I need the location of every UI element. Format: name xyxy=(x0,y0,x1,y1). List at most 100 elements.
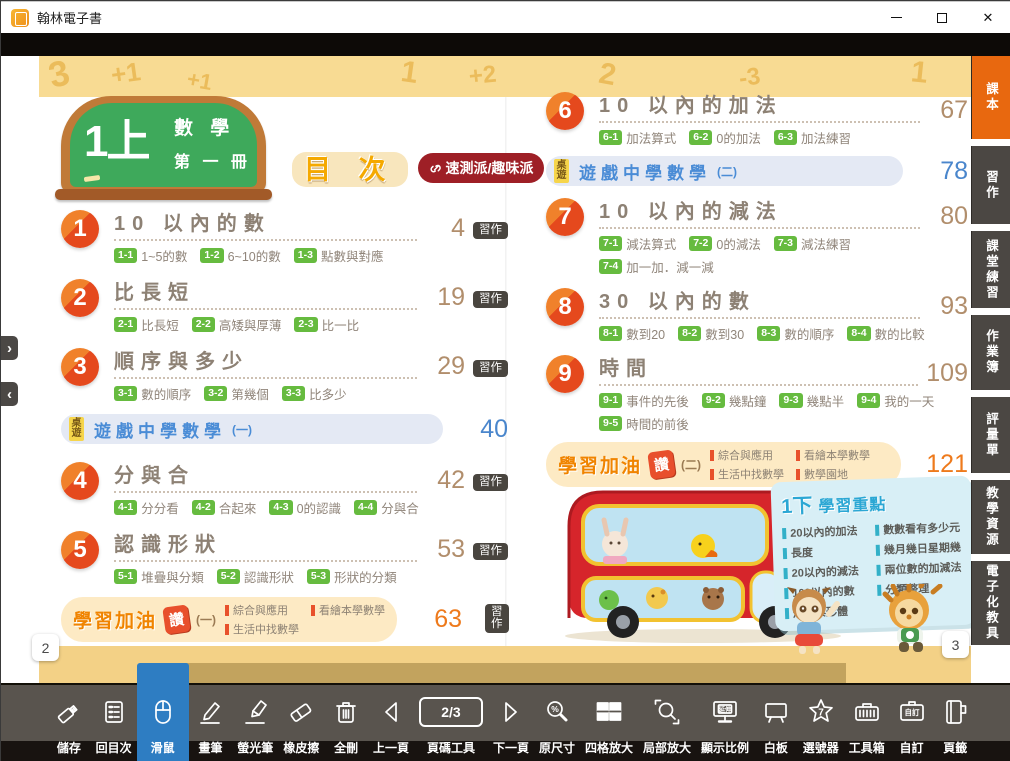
toolbar-highlighter-button[interactable]: 螢光筆 xyxy=(232,685,278,761)
toolbar-mouse-button[interactable]: 滑鼠 xyxy=(137,663,189,761)
sidebar-tab-assessment-sheet[interactable]: 評量單 xyxy=(971,397,1010,473)
chapter-page-number: 109 xyxy=(926,361,968,386)
toolbar-quad-zoom-button[interactable]: 四格放大 xyxy=(580,685,638,761)
chalk-piece xyxy=(84,175,101,182)
toc-subsection[interactable]: 9-3幾點半 xyxy=(779,391,844,410)
toolbar-pen-button[interactable]: 畫筆 xyxy=(189,685,233,761)
toc-boardgame-row[interactable]: 桌遊 遊戲中學數學(一) 40 xyxy=(61,414,508,444)
toc-subsection[interactable]: 4-1分分看 xyxy=(114,498,179,517)
toc-subsection[interactable]: 3-2第幾個 xyxy=(204,384,269,403)
sidebar-collapse-arrow[interactable]: ‹ xyxy=(1,382,18,406)
sidebar-tab-workbook[interactable]: 習作 xyxy=(971,146,1010,224)
toc-chapter-row[interactable]: 4 分與合 42習作 4-1分分看4-2合起來4-30的認識4-4分與合 xyxy=(61,459,508,517)
chalkboard-logo: 1上 數 學 第 一 冊 xyxy=(61,96,266,193)
chapter-title: 分與合 xyxy=(114,465,195,487)
page-indicator: 2/3 xyxy=(419,697,483,727)
toolbar-area-zoom-button[interactable]: 局部放大 xyxy=(638,685,696,761)
toolbar-number-picker-button[interactable]: 7 選號器 xyxy=(798,685,844,761)
toc-subsection[interactable]: 2-3比一比 xyxy=(294,315,359,334)
toc-chapter-row[interactable]: 2 比長短 19習作 2-1比長短2-2高矮與厚薄2-3比一比 xyxy=(61,276,508,334)
toolbar-toolbox-button[interactable]: 工具箱 xyxy=(844,685,890,761)
toc-subsection[interactable]: 6-20的加法 xyxy=(689,128,761,147)
quick-test-link[interactable]: 速測派/趣味派 xyxy=(418,153,545,183)
learning-point: 長度 xyxy=(783,542,871,561)
toc-subsection[interactable]: 7-1減法算式 xyxy=(599,234,676,253)
toc-subsection[interactable]: 5-1堆疊與分類 xyxy=(114,567,204,586)
toolbar-whiteboard-button[interactable]: 白板 xyxy=(754,685,798,761)
close-button[interactable]: ✕ xyxy=(965,2,1010,34)
minimize-button[interactable] xyxy=(873,2,919,34)
toolbar-original-size-button[interactable]: % 原尺寸 xyxy=(534,685,580,761)
sidebar-tab-class-practice[interactable]: 課堂練習 xyxy=(971,231,1010,308)
toc-subsection[interactable]: 6-3加法練習 xyxy=(774,128,851,147)
toc-chapter-row[interactable]: 1 10 以內的數 4習作 1-11~5的數1-26~10的數1-3點數與對應 xyxy=(61,207,508,265)
sidebar-tab-homework-book[interactable]: 作業簿 xyxy=(971,315,1010,390)
toc-subsection[interactable]: 8-1數到20 xyxy=(599,324,665,343)
subsection-code-badge: 9-2 xyxy=(702,393,725,408)
sidebar-expand-arrow[interactable]: › xyxy=(1,336,18,360)
toc-subsection[interactable]: 4-30的認識 xyxy=(269,498,341,517)
toolbar-display-ratio-button[interactable]: 延伸 顯示比例 xyxy=(696,685,754,761)
toc-subsection[interactable]: 2-2高矮與厚薄 xyxy=(192,315,282,334)
workbook-badge[interactable]: 習作 xyxy=(473,474,508,492)
toolbar-delete-all-button[interactable]: 全刪 xyxy=(324,685,368,761)
toc-chapter-row[interactable]: 6 10 以內的加法 67 6-1加法算式6-20的加法6-3加法練習 xyxy=(546,89,968,147)
horizontal-scrollbar[interactable] xyxy=(167,663,846,683)
workbook-badge[interactable]: 習作 xyxy=(473,222,508,240)
toolbar-prev-page-button[interactable]: 上一頁 xyxy=(368,685,414,761)
toc-subsection[interactable]: 2-1比長短 xyxy=(114,315,179,334)
toc-subsection[interactable]: 5-3形狀的分類 xyxy=(307,567,397,586)
page-number-tool-icon: 2/3 xyxy=(419,691,483,733)
workbook-badge[interactable]: 習作 xyxy=(473,291,508,309)
toc-subsection[interactable]: 9-5時間的前後 xyxy=(599,414,689,433)
toolbar-next-page-button[interactable]: 下一頁 xyxy=(488,685,534,761)
toc-chapter-row[interactable]: 3 順序與多少 29習作 3-1數的順序3-2第幾個3-3比多少 xyxy=(61,345,508,403)
sidebar-tab-digital-tools[interactable]: 電子化教具 xyxy=(971,561,1010,645)
toc-subsection[interactable]: 4-4分與合 xyxy=(354,498,419,517)
toc-subsection[interactable]: 1-26~10的數 xyxy=(200,246,280,265)
toc-subsection[interactable]: 7-4加一加．減一減 xyxy=(599,257,714,276)
original-size-icon: % xyxy=(542,691,572,733)
toc-chapter-row[interactable]: 7 10 以內的減法 80 7-1減法算式7-20的減法7-3減法練習7-4加一… xyxy=(546,195,968,276)
sidebar-tab-textbook[interactable]: 課本 xyxy=(971,56,1010,139)
toc-subsection[interactable]: 4-2合起來 xyxy=(192,498,257,517)
math-doodle: 3 xyxy=(45,56,73,94)
toc-subsection[interactable]: 3-3比多少 xyxy=(282,384,347,403)
workbook-badge[interactable]: 習作 xyxy=(473,543,508,561)
toc-subsection[interactable]: 1-11~5的數 xyxy=(114,246,187,265)
toc-subsection[interactable]: 9-2幾點鐘 xyxy=(702,391,767,410)
learning-point: 20以內的加法 xyxy=(782,522,870,541)
toc-subsection[interactable]: 6-1加法算式 xyxy=(599,128,676,147)
toc-chapter-row[interactable]: 8 30 以內的數 93 8-1數到208-2數到308-3數的順序8-4數的比… xyxy=(546,285,968,343)
toc-subsection[interactable]: 8-3數的順序 xyxy=(757,324,834,343)
svg-text:%: % xyxy=(551,704,559,714)
toolbar-page-number-tool-button[interactable]: 2/3 頁碼工具 xyxy=(414,685,488,761)
toc-subsection[interactable]: 9-4我的一天 xyxy=(857,391,934,410)
workbook-badge[interactable]: 習作 xyxy=(485,604,509,633)
subsection-code-badge: 7-4 xyxy=(599,259,622,274)
sidebar-tab-teaching-resources[interactable]: 教學資源 xyxy=(971,480,1010,554)
toc-chapter-row[interactable]: 5 認識形狀 53習作 5-1堆疊與分類5-2認識形狀5-3形狀的分類 xyxy=(61,528,508,586)
toc-subsection[interactable]: 5-2認識形狀 xyxy=(217,567,294,586)
toc-subsection[interactable]: 1-3點數與對應 xyxy=(294,246,384,265)
maximize-button[interactable] xyxy=(919,2,965,34)
toc-review-row[interactable]: 學習加油 讚 (一) 綜合與應用看繪本學數學生活中找數學 63習作 xyxy=(61,597,508,642)
toc-subsection[interactable]: 9-1事件的先後 xyxy=(599,391,689,410)
toc-subsection[interactable]: 8-2數到30 xyxy=(678,324,744,343)
toc-subsection[interactable]: 8-4數的比較 xyxy=(847,324,924,343)
workbook-badge[interactable]: 習作 xyxy=(473,360,508,378)
toolbar-back-to-toc-button[interactable]: 回目次 xyxy=(91,685,137,761)
toolbar-save-button[interactable]: 儲存 xyxy=(47,685,91,761)
math-doodle: +1 xyxy=(109,58,142,88)
toolbar-custom-button[interactable]: 自訂 自訂 xyxy=(890,685,934,761)
next-volume-badge: 1下 xyxy=(781,489,813,519)
toc-boardgame-row[interactable]: 桌遊 遊戲中學數學(二) 78 xyxy=(546,156,968,186)
toolbar-eraser-button[interactable]: 橡皮擦 xyxy=(278,685,324,761)
left-page-number-chip: 2 xyxy=(32,634,59,661)
grade-badge: 1上 xyxy=(84,105,148,169)
toc-subsection[interactable]: 3-1數的順序 xyxy=(114,384,191,403)
toolbar-page-tabs-button[interactable]: 頁籤 xyxy=(933,685,977,761)
toc-subsection[interactable]: 7-20的減法 xyxy=(689,234,761,253)
toc-chapter-row[interactable]: 9 時間 109 9-1事件的先後9-2幾點鐘9-3幾點半9-4我的一天9-5時… xyxy=(546,352,968,433)
toc-subsection[interactable]: 7-3減法練習 xyxy=(774,234,851,253)
